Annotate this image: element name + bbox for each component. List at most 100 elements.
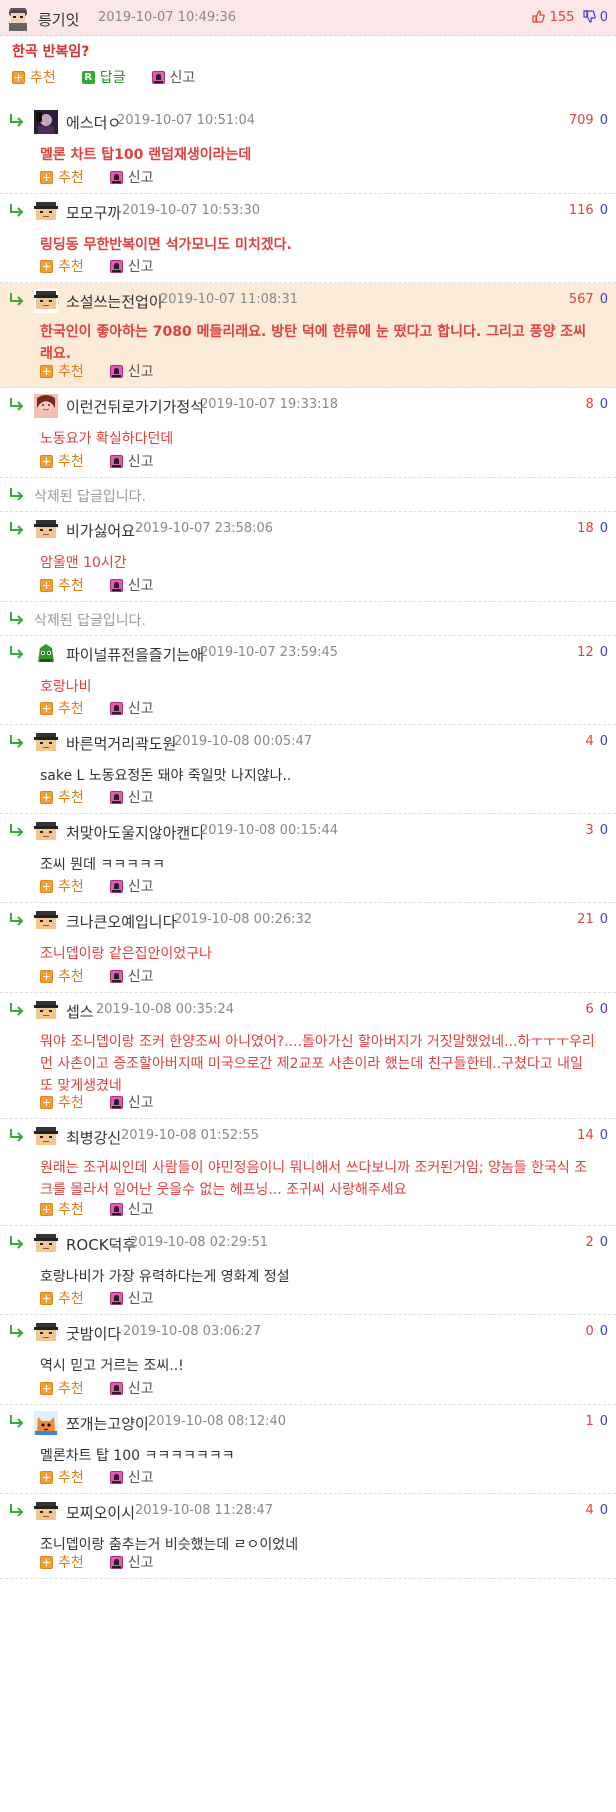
siren-icon: [109, 170, 123, 184]
user-avatar-icon[interactable]: [34, 1321, 58, 1345]
reply-arrow-icon: [10, 646, 24, 659]
reply-comment: 최병강신 2019-10-08 01:52:55 14 0 원래는 조귀씨인데 사람들이…: [0, 1119, 616, 1226]
recommend-button[interactable]: 추천: [40, 256, 84, 276]
report-button[interactable]: 신고: [109, 1092, 154, 1112]
post-up-count: 155: [549, 10, 575, 25]
user-avatar-icon[interactable]: [34, 518, 58, 542]
reply-arrow-icon: [10, 398, 24, 411]
user-avatar-icon[interactable]: [34, 1125, 58, 1149]
user-avatar-icon[interactable]: [34, 1232, 58, 1256]
user-avatar-icon[interactable]: [34, 820, 58, 844]
user-avatar-icon[interactable]: [34, 1500, 58, 1524]
recommend-button[interactable]: 추천: [12, 67, 56, 87]
user-avatar-icon[interactable]: [34, 642, 58, 666]
comment-up-count: 6: [585, 1002, 594, 1017]
comment-author-name[interactable]: 소설쓰는전업이: [66, 291, 163, 312]
recommend-button[interactable]: 추천: [40, 361, 84, 381]
user-avatar-icon[interactable]: [34, 999, 58, 1023]
reply-comment: 모모구까 2019-10-07 10:53:30 116 0 링딩동 무한반복이면 석가…: [0, 194, 616, 283]
comment-author-name[interactable]: 비가싫어요: [66, 520, 135, 541]
report-label: 신고: [169, 70, 196, 86]
thumbs-down-icon[interactable]: [582, 10, 596, 23]
report-button[interactable]: 신고: [151, 67, 196, 87]
user-avatar-icon[interactable]: [34, 1411, 58, 1435]
reply-button[interactable]: R 답글: [81, 67, 126, 87]
reply-arrow-icon: [10, 612, 24, 625]
report-button[interactable]: 신고: [109, 361, 154, 381]
recommend-button[interactable]: 추천: [40, 787, 84, 807]
comment-author-name[interactable]: 크나큰오예입니다: [66, 911, 176, 932]
comment-body: 역시 믿고 거르는 조씨..!: [40, 1358, 184, 1374]
comment-author-name[interactable]: 쪼개는고양이: [66, 1413, 149, 1434]
recommend-button[interactable]: 추천: [40, 1467, 84, 1487]
report-button[interactable]: 신고: [109, 575, 154, 595]
report-button[interactable]: 신고: [109, 1288, 154, 1308]
recommend-button[interactable]: 추천: [40, 451, 84, 471]
comment-vote-counts: 40: [585, 734, 608, 749]
post-header: 릉기잇 2019-10-07 10:49:36 155 0: [0, 0, 616, 36]
recommend-button[interactable]: 추천: [40, 1288, 84, 1308]
report-button[interactable]: 신고: [109, 451, 154, 471]
report-button[interactable]: 신고: [109, 1552, 154, 1572]
author-avatar-icon[interactable]: [5, 5, 31, 31]
post-author-name[interactable]: 릉기잇: [38, 9, 79, 30]
recommend-button[interactable]: 추천: [40, 966, 84, 986]
comment-author-name[interactable]: 굿밤이다: [66, 1323, 121, 1344]
recommend-label: 추천: [58, 364, 84, 380]
report-button[interactable]: 신고: [109, 1378, 154, 1398]
user-avatar-icon[interactable]: [34, 200, 58, 224]
reply-arrow-icon: [10, 522, 24, 535]
recommend-button[interactable]: 추천: [40, 876, 84, 896]
report-button[interactable]: 신고: [109, 1199, 154, 1219]
recommend-button[interactable]: 추천: [40, 698, 84, 718]
comment-date: 2019-10-07 23:58:06: [135, 521, 274, 536]
comment-body: 조니뎁이랑 같은집안이었구나: [40, 946, 212, 962]
comment-author-name[interactable]: 모모구까: [66, 202, 121, 223]
comment-body: sake L 노동요정돈 돼야 죽일맛 나지않나..: [40, 768, 292, 784]
comment-author-name[interactable]: 모찌오이시: [66, 1502, 135, 1523]
recommend-button[interactable]: 추천: [40, 1199, 84, 1219]
recommend-button[interactable]: 추천: [40, 167, 84, 187]
report-button[interactable]: 신고: [109, 698, 154, 718]
deleted-reply: 삭제된 답글입니다.: [0, 602, 616, 636]
report-button[interactable]: 신고: [109, 966, 154, 986]
report-label: 신고: [127, 879, 154, 895]
thumbs-up-icon[interactable]: [532, 10, 546, 23]
reply-arrow-icon: [10, 114, 24, 127]
comment-down-count: 0: [599, 645, 608, 660]
comment-author-name[interactable]: 바른먹거리곽도원: [66, 733, 176, 754]
user-avatar-icon[interactable]: [34, 394, 58, 418]
recommend-button[interactable]: 추천: [40, 1378, 84, 1398]
comment-body: 멜론 차트 탑100 랜덤재생이라는데: [40, 147, 252, 163]
comment-vote-counts: 40: [585, 1503, 608, 1518]
recommend-button[interactable]: 추천: [40, 1552, 84, 1572]
recommend-button[interactable]: 추천: [40, 1092, 84, 1112]
plus-icon: [40, 170, 53, 184]
comment-author-name[interactable]: 이런건뒤로가기가정석: [66, 396, 204, 417]
comment-author-name[interactable]: 셉스: [66, 1001, 94, 1022]
comment-down-count: 0: [599, 1324, 608, 1339]
user-avatar-icon[interactable]: [34, 289, 58, 313]
comment-author-name[interactable]: 에스더ㅇ: [66, 112, 121, 133]
report-button[interactable]: 신고: [109, 1467, 154, 1487]
comment-author-name[interactable]: ROCK덕후: [66, 1234, 136, 1255]
report-button[interactable]: 신고: [109, 256, 154, 276]
report-label: 신고: [127, 1470, 154, 1486]
report-button[interactable]: 신고: [109, 167, 154, 187]
user-avatar-icon[interactable]: [34, 909, 58, 933]
user-avatar-icon[interactable]: [34, 731, 58, 755]
comment-author-name[interactable]: 최병강신: [66, 1127, 121, 1148]
report-button[interactable]: 신고: [109, 876, 154, 896]
user-avatar-icon[interactable]: [34, 110, 58, 134]
original-post: 릉기잇 2019-10-07 10:49:36 155 0 한곡 반복임? 추천…: [0, 0, 616, 104]
report-button[interactable]: 신고: [109, 787, 154, 807]
report-label: 신고: [127, 259, 154, 275]
recommend-button[interactable]: 추천: [40, 575, 84, 595]
comment-author-name[interactable]: 처맞아도울지않아캔디: [66, 822, 204, 843]
reply-arrow-icon: [10, 735, 24, 748]
recommend-label: 추천: [58, 790, 84, 806]
comment-author-name[interactable]: 파이널퓨전을즐기는애: [66, 644, 204, 665]
comment-body: 링딩동 무한반복이면 석가모니도 미치겠다.: [40, 237, 292, 253]
comment-date: 2019-10-08 03:06:27: [123, 1324, 262, 1339]
comment-date: 2019-10-07 11:08:31: [160, 292, 299, 307]
